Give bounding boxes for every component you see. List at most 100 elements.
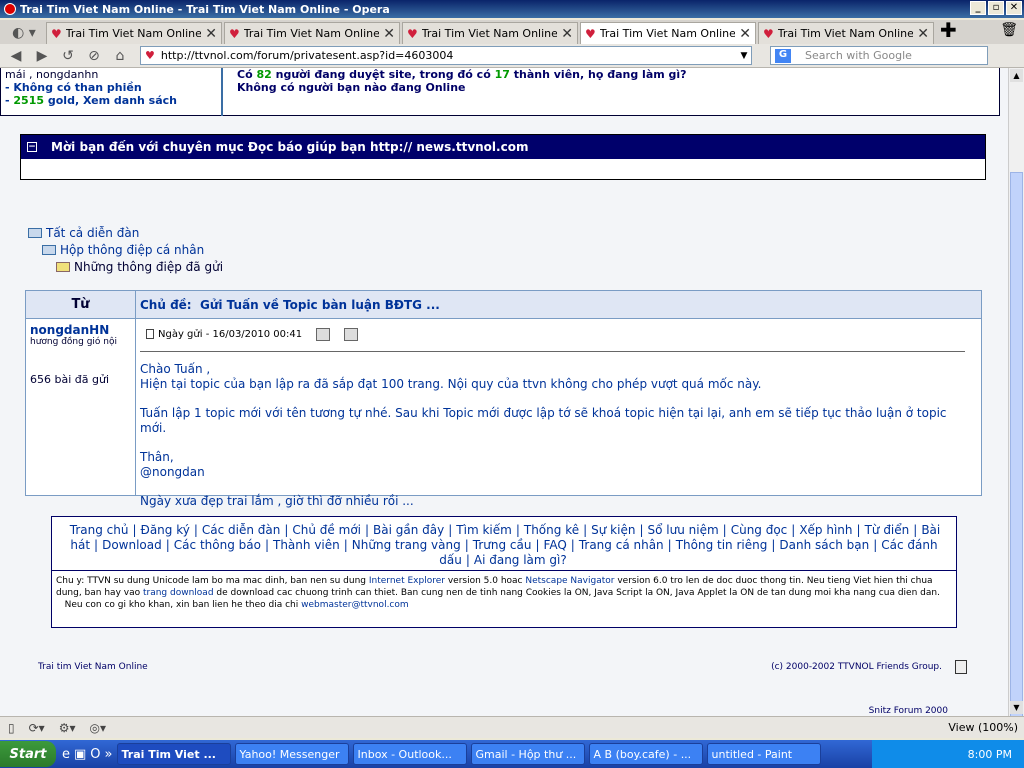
footer-link[interactable]: Tìm kiếm [456,523,512,537]
scroll-down-icon[interactable]: ▼ [1010,701,1023,714]
browser-tab[interactable]: ♥ Trai Tim Viet Nam Online ... ✕ [46,22,222,44]
quick-launch: e ▣ O » [62,747,113,762]
sender-name[interactable]: nongdanHN [30,323,131,337]
footer-link[interactable]: Các diễn đàn [202,523,280,537]
footer-link[interactable]: Những trang vàng [352,538,461,552]
footer-link[interactable]: Trang chủ [70,523,129,537]
browser-tab[interactable]: ♥ Trai Tim Viet Nam Online ... ✕ [758,22,934,44]
webmaster-email-link[interactable]: webmaster@ttvnol.com [301,600,409,610]
taskbar-item[interactable]: Trai Tim Viet ... [116,743,231,765]
ie-icon[interactable]: e [62,747,70,762]
message-table: Từ Chủ đề: Gửi Tuấn về Topic bàn luận BĐ… [25,290,982,508]
site-name[interactable]: Trai tim Viet Nam Online [38,662,148,672]
no-complaint-text: - Không có than phiền [5,81,142,94]
online-suffix-link[interactable]: thành viên, họ đang làm gì? [514,68,687,81]
footer-link[interactable]: Trưng cầu [473,538,532,552]
clock[interactable]: 8:00 PM [968,748,1012,761]
new-tab-icon[interactable]: ✚ [940,18,957,42]
tab-close-icon[interactable]: ✕ [739,26,751,42]
breadcrumb-inbox[interactable]: Hộp thông điệp cá nhân [60,243,204,257]
footer-link[interactable]: Sổ lưu niệm [648,523,719,537]
collapse-icon[interactable]: − [27,142,37,152]
breadcrumb-all-forums[interactable]: Tất cả diễn đàn [46,226,139,240]
signature-quote: Ngày xưa đẹp trai lắm , giờ thì đỡ nhiều… [140,494,414,508]
window-title: Trai Tim Viet Nam Online - Trai Tim Viet… [20,2,390,16]
footer-link[interactable]: Danh sách bạn [779,538,869,552]
user-profile-icon[interactable] [316,327,331,341]
footer-link[interactable]: Chủ đề mới [292,523,361,537]
taskbar-item[interactable]: Inbox - Outlook... [352,743,467,765]
tab-close-icon[interactable]: ✕ [383,26,395,42]
page-edit-icon[interactable] [955,660,967,674]
desktop-icon[interactable]: ▣ [74,747,86,762]
start-button[interactable]: Start [0,741,56,767]
footer-link[interactable]: Từ điển [865,523,910,537]
turbo-icon[interactable]: ⟳▾ [29,721,45,735]
breadcrumb-item[interactable]: Hộp thông điệp cá nhân [28,241,223,258]
scroll-up-icon[interactable]: ▲ [1010,69,1023,82]
browser-tab-active[interactable]: ♥ Trai Tim Viet Nam Online ... ✕ [580,22,756,44]
minimize-button[interactable]: _ [970,1,986,15]
vertical-scrollbar[interactable]: ▲ ▼ [1008,68,1024,728]
chevron-right-icon[interactable]: » [105,747,113,762]
forward-icon[interactable]: ▶ [32,46,52,66]
opera-menu-button[interactable]: ◐ ▾ [2,22,46,44]
footer-note: Chu y: TTVN su dung Unicode lam bo ma ma… [52,571,956,615]
taskbar-item[interactable]: Yahoo! Messenger [234,743,349,765]
stop-icon[interactable]: ⊘ [84,46,104,66]
browser-tab[interactable]: ♥ Trai Tim Viet Nam Online ... ✕ [224,22,400,44]
footer-link[interactable]: FAQ [544,538,567,552]
tab-close-icon[interactable]: ✕ [917,26,929,42]
ie-link[interactable]: Internet Explorer [369,576,445,586]
gold-link[interactable]: gold, Xem danh sách [48,94,177,107]
footer-link[interactable]: Thông tin riêng [676,538,768,552]
link-separator: | [464,538,469,552]
rewind-icon[interactable]: ↺ [58,46,78,66]
snitz-forum-link[interactable]: Snitz Forum 2000 [869,706,948,716]
taskbar-item[interactable]: Gmail - Hộp thư ... [470,743,585,765]
back-icon[interactable]: ◀ [6,46,26,66]
panel-toggle-icon[interactable]: ▯ [8,721,15,735]
address-bar[interactable]: ♥ http://ttvnol.com/forum/privatesent.as… [140,46,752,65]
tab-close-icon[interactable]: ✕ [561,26,573,42]
search-field[interactable]: G Search with Google [770,46,988,65]
breadcrumb-item[interactable]: Tất cả diễn đàn [28,224,223,241]
taskbar-item[interactable]: untitled - Paint [706,743,821,765]
footer-link[interactable]: Thành viên [273,538,340,552]
netscape-link[interactable]: Netscape Navigator [525,576,614,586]
footer-link[interactable]: Sự kiện [591,523,635,537]
footer-link[interactable]: Trang cá nhân [579,538,664,552]
tab-close-icon[interactable]: ✕ [205,26,217,42]
url-input[interactable]: http://ttvnol.com/forum/privatesent.asp?… [161,49,737,62]
footer-link[interactable]: Ai đang làm gì? [474,553,567,567]
footer-link[interactable]: Các thông báo [174,538,261,552]
link-separator: | [913,523,918,537]
favicon-heart-icon: ♥ [145,49,155,62]
link-separator: | [771,538,776,552]
footer-link[interactable]: Xếp hình [799,523,852,537]
link-separator: | [132,523,137,537]
home-icon[interactable]: ⌂ [110,46,130,66]
footer-link[interactable]: Thống kê [524,523,579,537]
trash-icon[interactable]: 🗑 [1000,22,1018,38]
footer-link[interactable]: Download [102,538,162,552]
maximize-button[interactable]: ▫ [988,1,1004,15]
scrollbar-thumb[interactable] [1010,172,1023,728]
footer-link[interactable]: Cùng đọc [731,523,788,537]
close-window-button[interactable]: ✕ [1006,1,1022,15]
download-link[interactable]: trang download [143,588,214,598]
note-text: de download cac chuong trinh can thiet. … [216,588,940,598]
message-meta: Ngày gửi - 16/03/2010 00:41 [140,325,965,343]
browser-tab[interactable]: ♥ Trai Tim Viet Nam Online ... ✕ [402,22,578,44]
footer-link[interactable]: Bài gần đây [373,523,444,537]
opera-icon[interactable]: O [90,747,100,762]
reply-message-icon[interactable] [344,327,359,341]
zoom-level[interactable]: View (100%) [948,721,1018,734]
taskbar-item[interactable]: A B (boy.cafe) - ... [588,743,703,765]
widgets-icon[interactable]: ◎▾ [89,721,106,735]
unite-icon[interactable]: ⚙▾ [59,721,76,735]
message-paragraph: Chào Tuấn , Hiện tại topic của bạn lập r… [140,362,965,392]
footer-link[interactable]: Đăng ký [141,523,190,537]
divider [140,351,965,352]
chevron-down-icon[interactable]: ▼ [737,51,751,61]
